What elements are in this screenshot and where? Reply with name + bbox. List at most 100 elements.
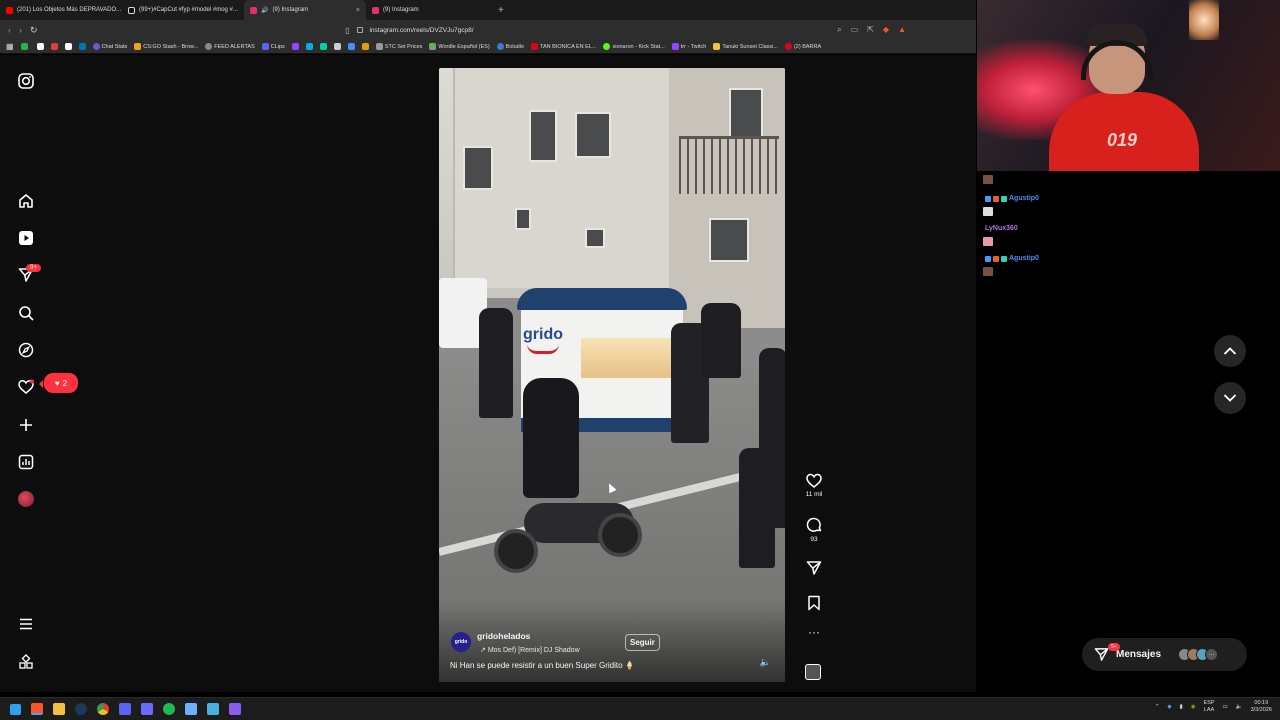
streamer-webcam: 019 [977,0,1280,171]
brave-shield-icon[interactable]: ◆ [883,25,889,35]
save-button[interactable] [803,595,825,611]
home-icon[interactable] [16,191,36,211]
monitor-app-icon[interactable] [141,703,153,715]
more-options-icon[interactable]: ··· [803,625,825,639]
tray-app-icon[interactable]: ◆ [1167,704,1171,710]
instagram-logo-icon[interactable] [16,71,36,91]
bookmark-feed-alertas[interactable]: FEED ALERTAS [205,43,255,50]
bookmark-boludle[interactable]: Boludle [496,43,524,50]
shirt-logo: 019 [1107,130,1138,150]
reader-icon[interactable]: ▭ [851,25,859,35]
apps-grid-icon[interactable]: ▦ [6,42,14,51]
messages-label: Mensajes [1116,649,1162,660]
follow-button[interactable]: Seguir [625,634,660,651]
bookmark-tanuki[interactable]: Tanuki Sunset Classi... [713,43,778,50]
bookmark[interactable] [78,43,86,50]
close-tab-icon[interactable]: × [356,7,360,14]
bookmark[interactable] [305,43,313,50]
file-explorer-icon[interactable] [53,703,65,715]
reel-music[interactable]: ↗ Mos Def) [Remix] DJ Shadow [480,646,580,654]
bookmark-kick-stats[interactable]: sionaron - Kick Stat... [603,43,665,50]
like-count: 11 mil [805,491,823,498]
spotify-icon[interactable] [163,703,175,715]
bookmark[interactable] [36,43,44,50]
next-reel-button[interactable] [1214,382,1246,414]
like-button[interactable]: 11 mil [803,473,825,498]
chat-message: Agustip0 [985,195,1039,202]
tab-title: (9) Instagram [383,7,419,13]
profile-avatar[interactable] [18,491,34,507]
network-icon[interactable]: ▭ [1223,704,1228,710]
chat-emote [983,267,993,276]
speaker-icon[interactable]: 🔈 [1236,704,1243,710]
brave-browser-icon[interactable] [31,703,43,715]
chrome-icon[interactable] [97,703,109,715]
discord-icon[interactable] [119,703,131,715]
volume-icon[interactable]: 🔈 [760,657,771,668]
input-language[interactable]: ESP LAA [1204,700,1215,714]
bookmark[interactable] [333,43,341,50]
explore-icon[interactable] [16,340,36,360]
chat-badge-icon [993,255,999,262]
bookmark-stc-set-prices[interactable]: STC Set Prices [375,43,422,50]
bookmark-csgo-stash[interactable]: CS:GO Stash - Brow... [134,43,198,50]
bookmark-tan-bionica[interactable]: TAN BIONICA EN EL... [531,43,596,50]
bookmark[interactable] [361,43,369,50]
bookmark[interactable] [20,43,30,50]
back-icon[interactable]: ‹ [8,25,11,36]
more-avatars-icon: ··· [1205,648,1219,661]
new-tab-button[interactable]: + [498,5,504,16]
clock[interactable]: 00:19 3/3/2026 [1251,700,1272,714]
messages-nav-badge: 9+ [26,264,41,272]
brave-rewards-icon[interactable]: ▲ [898,25,906,35]
windows-start-icon[interactable] [10,703,21,715]
notifications-heart-icon[interactable] [16,377,36,397]
account-username[interactable]: gridohelados [477,631,530,641]
bookmark-twitch[interactable]: trr - Twitch [671,43,706,50]
bookmark-barra[interactable]: (2) BARRA [784,43,821,50]
bookmark[interactable] [50,43,58,50]
reel-video[interactable]: grido grido gridohelados ↗ Mos Def) [Rem… [439,68,785,682]
original-audio-thumbnail[interactable] [805,664,821,680]
microphone-icon[interactable]: ▮ [1180,704,1183,710]
bookmark[interactable] [291,43,299,50]
create-plus-icon[interactable] [16,415,36,435]
share-icon[interactable]: ⇱ [867,25,874,35]
tray-chevron-up-icon[interactable]: ⌃ [1155,704,1160,710]
browser-tab-instagram-active[interactable]: 🔊 (9) Instagram × [244,0,366,20]
more-apps-icon[interactable] [16,652,36,672]
bookmark[interactable] [64,43,72,50]
instagram-favicon-icon [372,6,379,14]
bookmark[interactable] [319,43,327,50]
bookmark-clips[interactable]: CLips [261,43,285,50]
reload-icon[interactable]: ↻ [30,25,38,36]
dashboard-icon[interactable] [16,452,36,472]
browser-tab-youtube[interactable]: (201) Los Objetos Más DEPRAVADO... [0,0,122,20]
browser-tab-instagram[interactable]: (9) Instagram [366,0,488,20]
account-avatar[interactable]: grido [451,632,471,652]
steam-icon[interactable] [75,703,87,715]
audio-playing-icon[interactable]: 🔊 [261,7,268,14]
notification-pill[interactable]: ♥ 2 [39,373,78,393]
previous-reel-button[interactable] [1214,335,1246,367]
menu-icon[interactable] [16,614,36,634]
search-icon[interactable] [16,303,36,323]
site-info-icon[interactable] [357,27,364,33]
messages-button[interactable]: 9+ Mensajes ··· [1082,638,1247,671]
bookmark-wordle[interactable]: Wordle Español (ES) [429,43,490,50]
bookmark-page-icon[interactable]: ▯ [345,26,349,35]
share-button[interactable] [803,560,825,576]
forward-icon[interactable]: › [19,25,22,36]
url-field[interactable]: instagram.com/reels/DVZVJu7gcp8/ [369,27,473,34]
app-icon[interactable] [185,703,197,715]
bookmark-chat-stats[interactable]: Chat Stats [92,43,127,50]
bookmark[interactable] [347,43,355,50]
app-icon[interactable] [207,703,219,715]
app-icon[interactable] [229,703,241,715]
chat-username: Agustip0 [1009,255,1039,262]
zoom-icon[interactable]: ⌕ [837,25,841,35]
browser-tab-tiktok[interactable]: (99+)#CapCut #fyp #model #mog #... [122,0,244,20]
reels-icon[interactable] [16,228,36,248]
nvidia-icon[interactable]: ◉ [1191,704,1196,710]
comment-button[interactable]: 93 [803,517,825,543]
